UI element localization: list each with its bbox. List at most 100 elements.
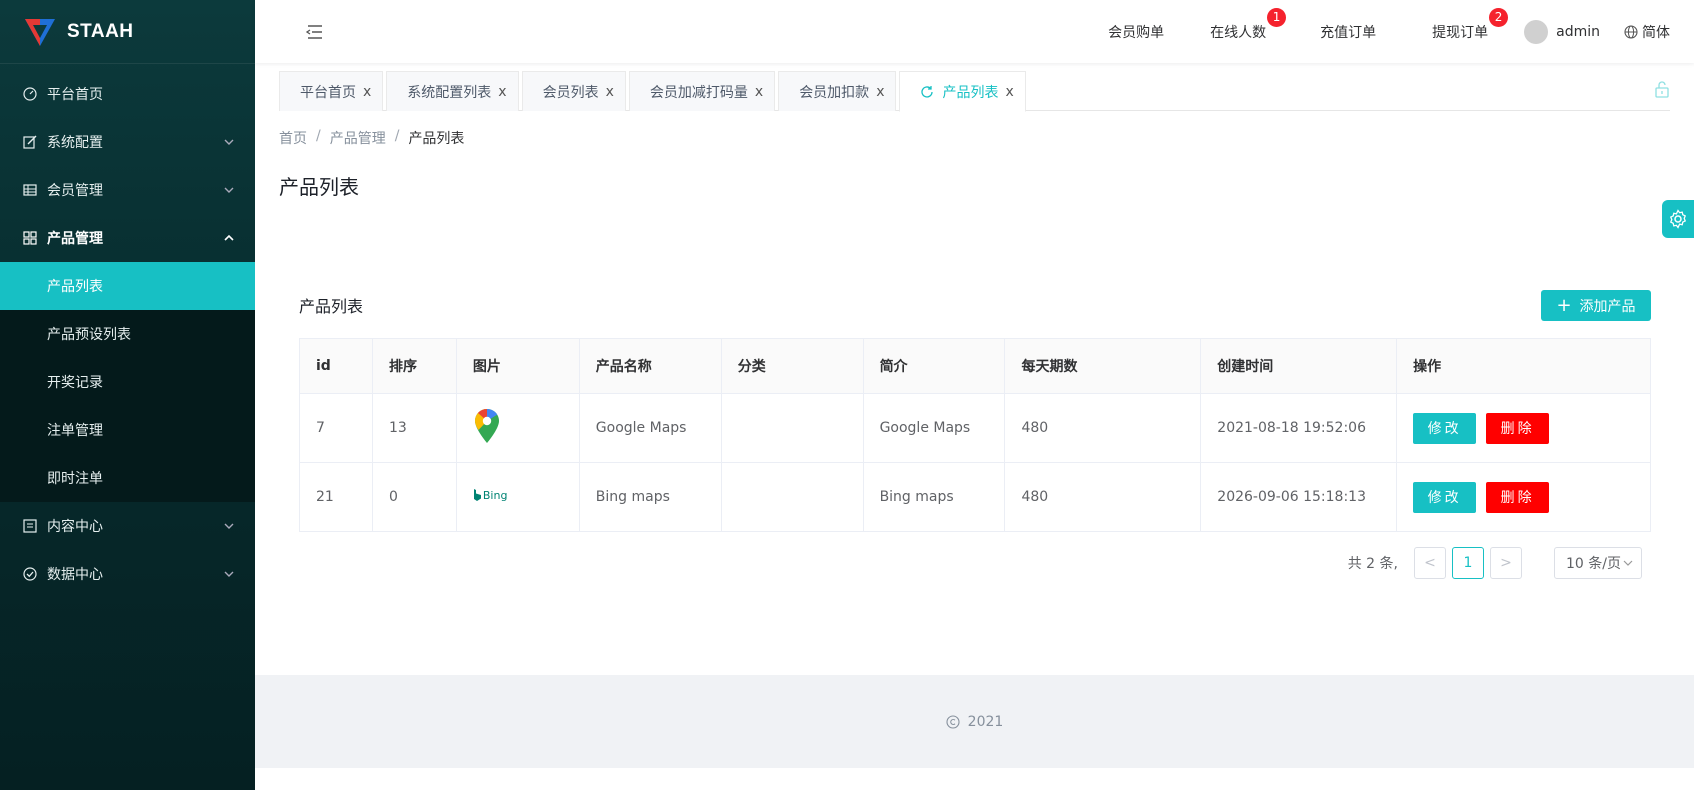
language-label: 简体 [1642, 24, 1670, 41]
logo[interactable]: STAAH [0, 0, 255, 64]
tab-system-config-list[interactable]: 系统配置列表 x [386, 71, 519, 111]
next-page-button[interactable]: > [1490, 547, 1522, 579]
cell-id: 21 [299, 462, 373, 532]
document-icon [22, 518, 38, 534]
prev-page-button[interactable]: < [1414, 547, 1446, 579]
sidebar-item-content[interactable]: 内容中心 [0, 502, 255, 550]
menu-fold-icon[interactable] [303, 22, 323, 42]
sidebar-item-members[interactable]: 会员管理 [0, 166, 255, 214]
tab-member-list[interactable]: 会员列表 x [521, 71, 626, 111]
sidebar-item-system-config[interactable]: 系统配置 [0, 118, 255, 166]
online-users-link[interactable]: 在线人数 1 [1210, 7, 1287, 42]
table-icon [22, 182, 38, 198]
tab-member-balance-adjust[interactable]: 会员加扣款 x [778, 71, 897, 111]
sidebar-item-label: 产品管理 [47, 231, 103, 247]
refresh-icon[interactable] [920, 85, 934, 99]
member-orders-link[interactable]: 会员购单 [1108, 22, 1164, 42]
chevron-up-icon [224, 234, 234, 241]
column-header: 创建时间 [1200, 338, 1398, 394]
delete-button[interactable]: 删除 [1486, 412, 1550, 444]
app-root: STAAH 平台首页 系统配置 会员管理 产品管理 产品列表 产品预设列表 开奖… [0, 0, 1694, 790]
footer-year: 2021 [967, 713, 1004, 730]
link-label: 提现订单 [1432, 24, 1489, 41]
edit-button[interactable]: 修改 [1413, 481, 1477, 513]
breadcrumb-separator: / [316, 128, 321, 144]
cell-created: 2021-08-18 19:52:06 [1200, 393, 1398, 463]
sidebar-item-product-presets[interactable]: 产品预设列表 [0, 310, 255, 358]
add-product-label: 添加产品 [1579, 298, 1636, 315]
chevron-down-icon [224, 523, 234, 529]
column-header: 产品名称 [578, 338, 722, 394]
check-circle-icon [22, 566, 38, 582]
column-header: id [299, 338, 373, 394]
unlock-icon[interactable] [1654, 80, 1670, 98]
sidebar-item-products[interactable]: 产品管理 [0, 214, 255, 262]
page-title: 产品列表 [279, 175, 359, 199]
tab-member-code-adjust[interactable]: 会员加减打码量 x [628, 71, 776, 111]
link-label: 会员购单 [1108, 24, 1165, 41]
sidebar-item-product-list[interactable]: 产品列表 [0, 262, 255, 310]
user-menu[interactable]: admin [1524, 19, 1600, 44]
cell-actions: 修改 删除 [1396, 462, 1651, 532]
breadcrumb-current: 产品列表 [408, 131, 465, 147]
sidebar-item-label: 数据中心 [47, 567, 103, 583]
column-header: 简介 [862, 338, 1006, 394]
sidebar-item-bet-management[interactable]: 注单管理 [0, 406, 255, 454]
app-name: STAAH [67, 20, 134, 42]
staah-logo-icon [25, 18, 55, 46]
column-header: 操作 [1396, 338, 1651, 394]
edit-icon [22, 134, 38, 150]
products-submenu: 产品列表 产品预设列表 开奖记录 注单管理 即时注单 [0, 262, 255, 502]
sidebar-item-data[interactable]: 数据中心 [0, 550, 255, 598]
pagination-total: 共 2 条, [1347, 556, 1398, 572]
grid-icon [22, 230, 38, 246]
close-icon[interactable]: x [498, 84, 506, 100]
card-title: 产品列表 [299, 297, 364, 316]
recharge-orders-link[interactable]: 充值订单 [1320, 22, 1376, 42]
sidebar-item-label: 系统配置 [47, 135, 103, 151]
bing-logo-icon: Bing [473, 489, 507, 502]
sidebar-item-live-bets[interactable]: 即时注单 [0, 454, 255, 502]
close-icon[interactable]: x [363, 84, 371, 100]
tab-label: 平台首页 [300, 84, 356, 101]
add-product-button[interactable]: + 添加产品 [1541, 290, 1651, 321]
column-header: 每天期数 [1004, 338, 1202, 394]
column-header: 图片 [455, 338, 580, 394]
breadcrumb-products[interactable]: 产品管理 [330, 128, 386, 148]
google-maps-logo-icon [474, 409, 499, 443]
tab-label: 会员列表 [542, 84, 599, 101]
chevron-down-icon [224, 571, 234, 577]
breadcrumb: 首页 / 产品管理 / 产品列表 [279, 128, 464, 148]
tab-product-list[interactable]: 产品列表 x [899, 71, 1026, 112]
close-icon[interactable]: x [1005, 84, 1013, 100]
close-icon[interactable]: x [876, 84, 884, 100]
avatar [1524, 19, 1549, 44]
breadcrumb-home[interactable]: 首页 [279, 128, 307, 148]
page-number-button[interactable]: 1 [1452, 547, 1484, 579]
sidebar-menu: 平台首页 系统配置 会员管理 产品管理 产品列表 产品预设列表 开奖记录 注单管… [0, 70, 255, 598]
cell-image: Bing [455, 462, 580, 532]
footer: 2021 [255, 675, 1694, 768]
notification-badge: 1 [1267, 7, 1287, 27]
close-icon[interactable]: x [606, 84, 614, 100]
globe-icon [1624, 24, 1638, 39]
delete-button[interactable]: 删除 [1486, 481, 1550, 513]
page-tabs: 平台首页 x 系统配置列表 x 会员列表 x 会员加减打码量 x 会员加扣款 x 产品列表… [279, 71, 1670, 112]
link-label: 充值订单 [1320, 24, 1377, 41]
sidebar-item-home[interactable]: 平台首页 [0, 70, 255, 118]
language-switcher[interactable]: 简体 [1624, 22, 1670, 42]
sidebar-item-label: 内容中心 [47, 519, 103, 535]
close-icon[interactable]: x [755, 84, 763, 100]
table-row: 21 0 Bing Bing maps Bing maps 480 2026-0… [299, 462, 1651, 532]
top-header: 会员购单 在线人数 1 充值订单 提现订单 2 admin 简体 [255, 0, 1694, 63]
cell-periods: 480 [1004, 462, 1202, 532]
tab-home[interactable]: 平台首页 x [279, 71, 384, 111]
sidebar-item-draw-records[interactable]: 开奖记录 [0, 358, 255, 406]
page-size-select[interactable]: 10 条/页 [1554, 547, 1642, 579]
cell-sort: 13 [371, 393, 457, 463]
withdraw-orders-link[interactable]: 提现订单 2 [1432, 7, 1509, 42]
table-header-row: id 排序 图片 产品名称 分类 简介 每天期数 创建时间 操作 [299, 338, 1651, 394]
tab-label: 产品列表 [942, 84, 999, 101]
edit-button[interactable]: 修改 [1413, 412, 1477, 444]
settings-button[interactable] [1662, 200, 1694, 238]
